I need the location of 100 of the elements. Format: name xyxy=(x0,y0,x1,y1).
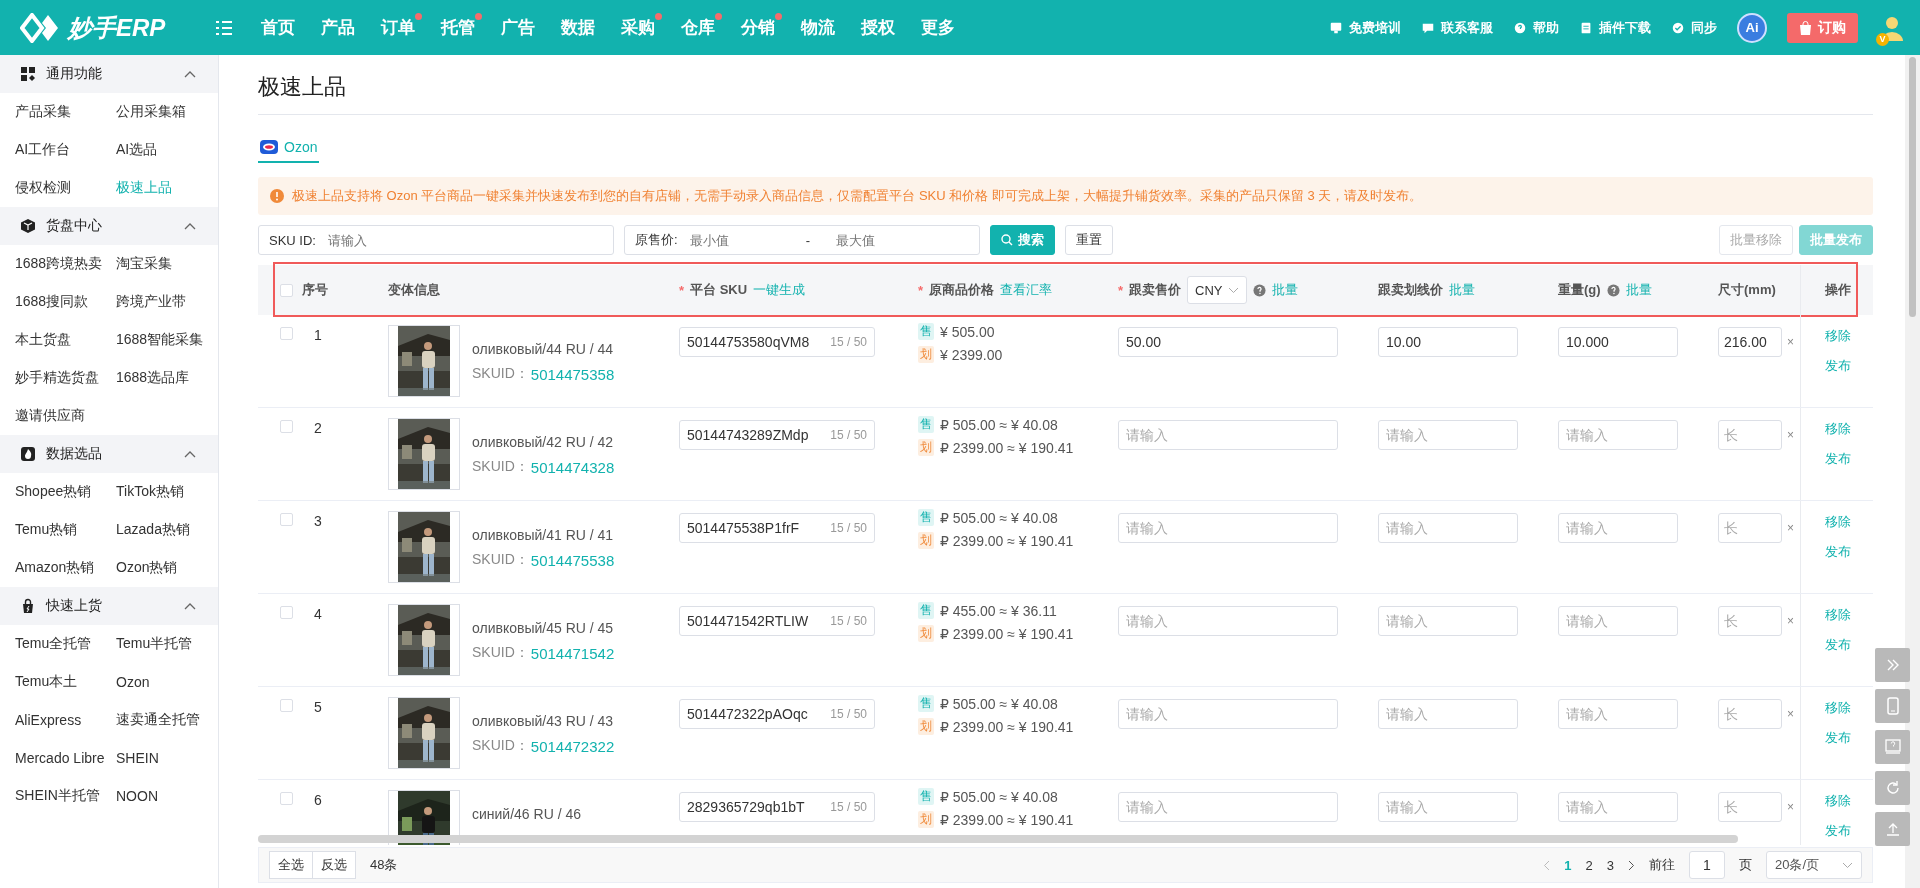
input-field[interactable]: 请输入 xyxy=(1118,420,1338,450)
sidebar-item[interactable]: 公用采集箱 xyxy=(116,93,217,131)
sale-tag: 售 xyxy=(918,323,934,340)
sku-field[interactable]: 5014475538P1frF 15 / 50 xyxy=(679,513,875,543)
input-field[interactable]: 10.00 xyxy=(1378,327,1518,357)
variant-name: синий/46 RU / 46 xyxy=(472,806,581,822)
character-count: 15 / 50 xyxy=(830,335,867,349)
column-header: 序号 xyxy=(302,281,328,299)
sidebar-item[interactable]: 产品采集 xyxy=(15,93,116,131)
sidebar-item[interactable]: 速卖通全托管 xyxy=(116,701,217,739)
currency-select[interactable]: CNY xyxy=(1187,276,1248,304)
column-header: 操作 xyxy=(1824,281,1851,299)
variant-name: оливковый/45 RU / 45 xyxy=(472,620,615,636)
sidebar-item[interactable]: Temu热销 xyxy=(15,511,116,549)
page-size-select[interactable]: 20条/页 xyxy=(1766,851,1862,879)
sidebar-item[interactable]: Lazada热销 xyxy=(116,511,217,549)
price-range-field[interactable]: 原售价: 最小值 - 最大值 xyxy=(624,225,980,255)
sku-field[interactable]: 5014472322pAOqc 15 / 50 xyxy=(679,699,875,729)
page-number[interactable]: 3 xyxy=(1606,857,1614,873)
input-field[interactable]: 请输入 xyxy=(1378,420,1518,450)
sale-tag: 售 xyxy=(918,509,934,526)
sidebar-item[interactable]: Amazon热销 xyxy=(15,549,116,587)
sku-id-field[interactable]: SKU ID: 请输入 xyxy=(258,225,614,255)
strike-tag: 划 xyxy=(918,532,934,549)
ai-badge[interactable]: Ai xyxy=(1737,12,1767,43)
input-field[interactable]: 请输入 xyxy=(1118,513,1338,543)
sale-tag: 售 xyxy=(918,602,934,619)
sidebar-item[interactable]: 跨境产业带 xyxy=(116,283,217,321)
input-field[interactable]: 请输入 xyxy=(1378,606,1518,636)
column-header: 原商品价格 xyxy=(929,281,995,299)
input-field[interactable]: 请输入 xyxy=(1118,792,1338,822)
input-field[interactable]: 长 xyxy=(1718,792,1782,822)
input-field[interactable]: 长 xyxy=(1718,699,1782,729)
input-field[interactable]: 请输入 xyxy=(1558,513,1678,543)
select-all-button[interactable]: 全选 xyxy=(269,851,313,879)
input-field[interactable]: 10.000 xyxy=(1558,327,1678,357)
input-field[interactable]: 长 xyxy=(1718,606,1782,636)
sidebar-item[interactable]: SHEIN半托管 xyxy=(15,777,116,815)
sidebar-item[interactable]: 1688跨境热卖 xyxy=(15,245,116,283)
input-field[interactable]: 216.00 xyxy=(1718,327,1782,357)
sku-field[interactable]: 2829365729qb1bT 15 / 50 xyxy=(679,792,875,822)
sku-field[interactable]: 5014471542RTLIW 15 / 50 xyxy=(679,606,875,636)
page-unit: 页 xyxy=(1739,856,1752,874)
row-number: 3 xyxy=(313,512,323,531)
sidebar-item[interactable]: 侵权检测 xyxy=(15,169,116,207)
sidebar-item[interactable]: 邀请供应商 xyxy=(15,397,116,435)
character-count: 15 / 50 xyxy=(830,614,867,628)
input-field[interactable]: 50.00 xyxy=(1118,327,1338,357)
sidebar-item[interactable]: AI工作台 xyxy=(15,131,116,169)
sidebar-item[interactable]: 淘宝采集 xyxy=(116,245,217,283)
input-field[interactable]: 请输入 xyxy=(1378,699,1518,729)
strike-price: ₽ 2399.00 ≈ ¥ 190.41 xyxy=(940,532,1074,549)
row-number: 6 xyxy=(313,791,323,810)
sidebar-section-header[interactable]: 通用功能 xyxy=(0,55,218,93)
strike-tag: 划 xyxy=(918,439,934,456)
row-number: 1 xyxy=(313,326,323,345)
reset-button[interactable]: 重置 xyxy=(1065,225,1113,255)
sidebar-item[interactable]: Ozon xyxy=(116,663,217,701)
input-field[interactable]: 请输入 xyxy=(1378,513,1518,543)
invert-selection-button[interactable]: 反选 xyxy=(313,851,356,879)
input-field[interactable]: 请输入 xyxy=(1118,699,1338,729)
sidebar-item[interactable]: 本土货盘 xyxy=(15,321,116,359)
sidebar-item[interactable]: Ozon热销 xyxy=(116,549,217,587)
field-label: SKU ID: xyxy=(269,232,316,248)
sidebar-item[interactable]: 1688智能采集 xyxy=(116,321,217,359)
input-field[interactable]: 长 xyxy=(1718,420,1782,450)
input-field[interactable]: 长 xyxy=(1718,513,1782,543)
sidebar-item[interactable]: Temu半托管 xyxy=(116,625,217,663)
sidebar-item[interactable]: AliExpress xyxy=(15,701,116,739)
sidebar-section-header[interactable]: 数据选品 xyxy=(0,435,218,473)
input-field[interactable]: 请输入 xyxy=(1558,420,1678,450)
input-field[interactable]: 请输入 xyxy=(1118,606,1338,636)
sidebar-item[interactable]: Mercado Libre xyxy=(15,739,116,777)
page-title: 极速上品 xyxy=(258,55,1873,115)
column-header: 跟卖售价 xyxy=(1129,281,1182,299)
times-sign: × xyxy=(1787,334,1794,351)
sidebar-section-header[interactable]: 货盘中心 xyxy=(0,207,218,245)
sidebar-item[interactable]: Shopee热销 xyxy=(15,473,116,511)
sidebar-item[interactable]: 妙手精选货盘 xyxy=(15,359,116,397)
sidebar-item[interactable]: NOON xyxy=(116,777,217,815)
sidebar-item[interactable]: 1688选品库 xyxy=(116,359,217,397)
sidebar-item[interactable]: TikTok热销 xyxy=(116,473,217,511)
character-count: 15 / 50 xyxy=(830,428,867,442)
page-input[interactable]: 1 xyxy=(1689,851,1725,879)
input-field[interactable]: 请输入 xyxy=(1558,792,1678,822)
sidebar-item[interactable]: AI选品 xyxy=(116,131,217,169)
sidebar-item[interactable]: Temu本土 xyxy=(15,663,116,701)
sku-field[interactable]: 50144743289ZMdp 15 / 50 xyxy=(679,420,875,450)
sale-price: ¥ 505.00 xyxy=(940,323,995,340)
sidebar-item[interactable]: SHEIN xyxy=(116,739,217,777)
sku-field[interactable]: 50144753580qVM8 15 / 50 xyxy=(679,327,875,357)
sale-tag: 售 xyxy=(918,695,934,712)
sidebar-section-header[interactable]: 快速上货 xyxy=(0,587,218,625)
input-field[interactable]: 请输入 xyxy=(1378,792,1518,822)
sidebar-item[interactable]: 1688搜同款 xyxy=(15,283,116,321)
page-number[interactable]: 2 xyxy=(1585,857,1593,873)
input-field[interactable]: 请输入 xyxy=(1558,699,1678,729)
input-field[interactable]: 请输入 xyxy=(1558,606,1678,636)
sidebar-item[interactable]: Temu全托管 xyxy=(15,625,116,663)
section-title: 数据选品 xyxy=(46,445,102,463)
